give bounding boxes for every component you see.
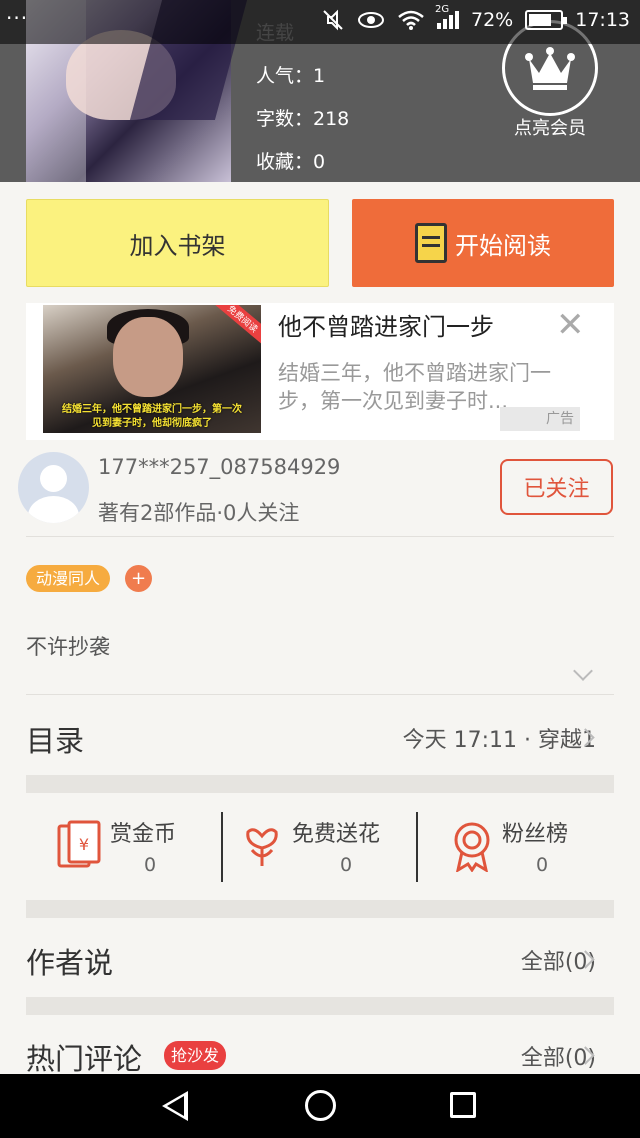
network-type: 2G <box>435 4 450 15</box>
ad-image-tag: 免费阅读 <box>213 305 261 345</box>
catalog-latest[interactable]: 今天 17:11 · 穿越1 <box>403 722 596 754</box>
mute-icon <box>323 9 343 31</box>
divider <box>221 812 223 882</box>
tag-chip[interactable]: 动漫同人 <box>26 565 111 592</box>
author-meta: 著有2部作品·0人关注 <box>98 501 300 525</box>
grab-sofa-badge[interactable]: 抢沙发 <box>164 1041 227 1070</box>
chevron-down-icon[interactable] <box>573 661 593 681</box>
catalog-title[interactable]: 目录 <box>26 718 84 760</box>
eye-icon <box>358 12 384 28</box>
hot-comments-title[interactable]: 热门评论 <box>26 1036 142 1078</box>
author-name[interactable]: 177***257_087584929 <box>98 455 340 479</box>
book-icon <box>415 223 447 263</box>
stat-label: 粉丝榜 <box>502 822 569 847</box>
signal-icon: 2G <box>435 4 459 29</box>
divider <box>416 812 418 882</box>
section-separator <box>26 900 614 918</box>
start-reading-label: 开始阅读 <box>455 231 551 260</box>
svg-text:¥: ¥ <box>79 835 89 854</box>
avatar[interactable] <box>18 452 89 523</box>
battery-icon <box>525 10 568 30</box>
back-icon[interactable] <box>162 1091 188 1121</box>
ad-banner[interactable]: 免费阅读 结婚三年，他不曾踏进家门一步，第一次 见到妻子时，他却彻底疯了 他不曾踏… <box>26 303 614 440</box>
stat-value: 0 <box>144 854 157 876</box>
divider <box>26 536 614 537</box>
overflow-menu-icon[interactable]: ··· <box>6 6 28 30</box>
section-separator <box>26 997 614 1015</box>
ad-badge: 广告 <box>500 407 580 431</box>
battery-percent: 72% <box>471 9 514 31</box>
flower-icon <box>246 828 278 866</box>
add-to-shelf-button[interactable]: 加入书架 <box>26 199 329 287</box>
section-separator <box>26 775 614 793</box>
ad-title[interactable]: 他不曾踏进家门一步 <box>278 307 494 342</box>
recent-apps-icon[interactable] <box>450 1092 476 1118</box>
book-popularity: 人气：1 <box>256 65 326 87</box>
fan-ranking[interactable]: 粉丝榜 0 <box>448 812 598 882</box>
stat-value: 0 <box>536 854 549 876</box>
ad-image[interactable]: 免费阅读 结婚三年，他不曾踏进家门一步，第一次 见到妻子时，他却彻底疯了 <box>43 305 261 433</box>
follow-label: 已关注 <box>523 477 590 502</box>
clock: 17:13 <box>575 9 630 31</box>
ad-image-caption: 结婚三年，他不曾踏进家门一步，第一次 见到妻子时，他却彻底疯了 <box>62 404 242 429</box>
medal-icon <box>454 822 490 872</box>
free-flower[interactable]: 免费送花 0 <box>242 812 412 882</box>
red-envelope-icon: ¥ <box>57 820 101 868</box>
add-to-shelf-label: 加入书架 <box>129 231 226 260</box>
book-favorites: 收藏：0 <box>256 151 326 173</box>
start-reading-button[interactable]: 开始阅读 <box>352 199 614 287</box>
status-bar: ··· 2G 72% 17:13 <box>0 0 640 44</box>
author-says-title[interactable]: 作者说 <box>26 940 113 982</box>
wifi-icon <box>398 10 424 30</box>
book-description: 不许抄袭 <box>26 635 110 659</box>
home-icon[interactable] <box>305 1090 336 1121</box>
follow-button[interactable]: 已关注 <box>500 459 613 515</box>
add-tag-button[interactable]: + <box>125 565 152 592</box>
divider <box>26 694 614 695</box>
system-nav-bar <box>0 1074 640 1138</box>
vip-label: 点亮会员 <box>514 118 586 139</box>
stat-label: 免费送花 <box>292 822 381 847</box>
stat-label: 赏金币 <box>110 822 177 847</box>
stat-value: 0 <box>340 854 353 876</box>
book-word-count: 字数：218 <box>256 108 350 130</box>
reward-coins[interactable]: ¥ 赏金币 0 <box>54 812 204 882</box>
close-icon[interactable]: ✕ <box>556 305 585 345</box>
